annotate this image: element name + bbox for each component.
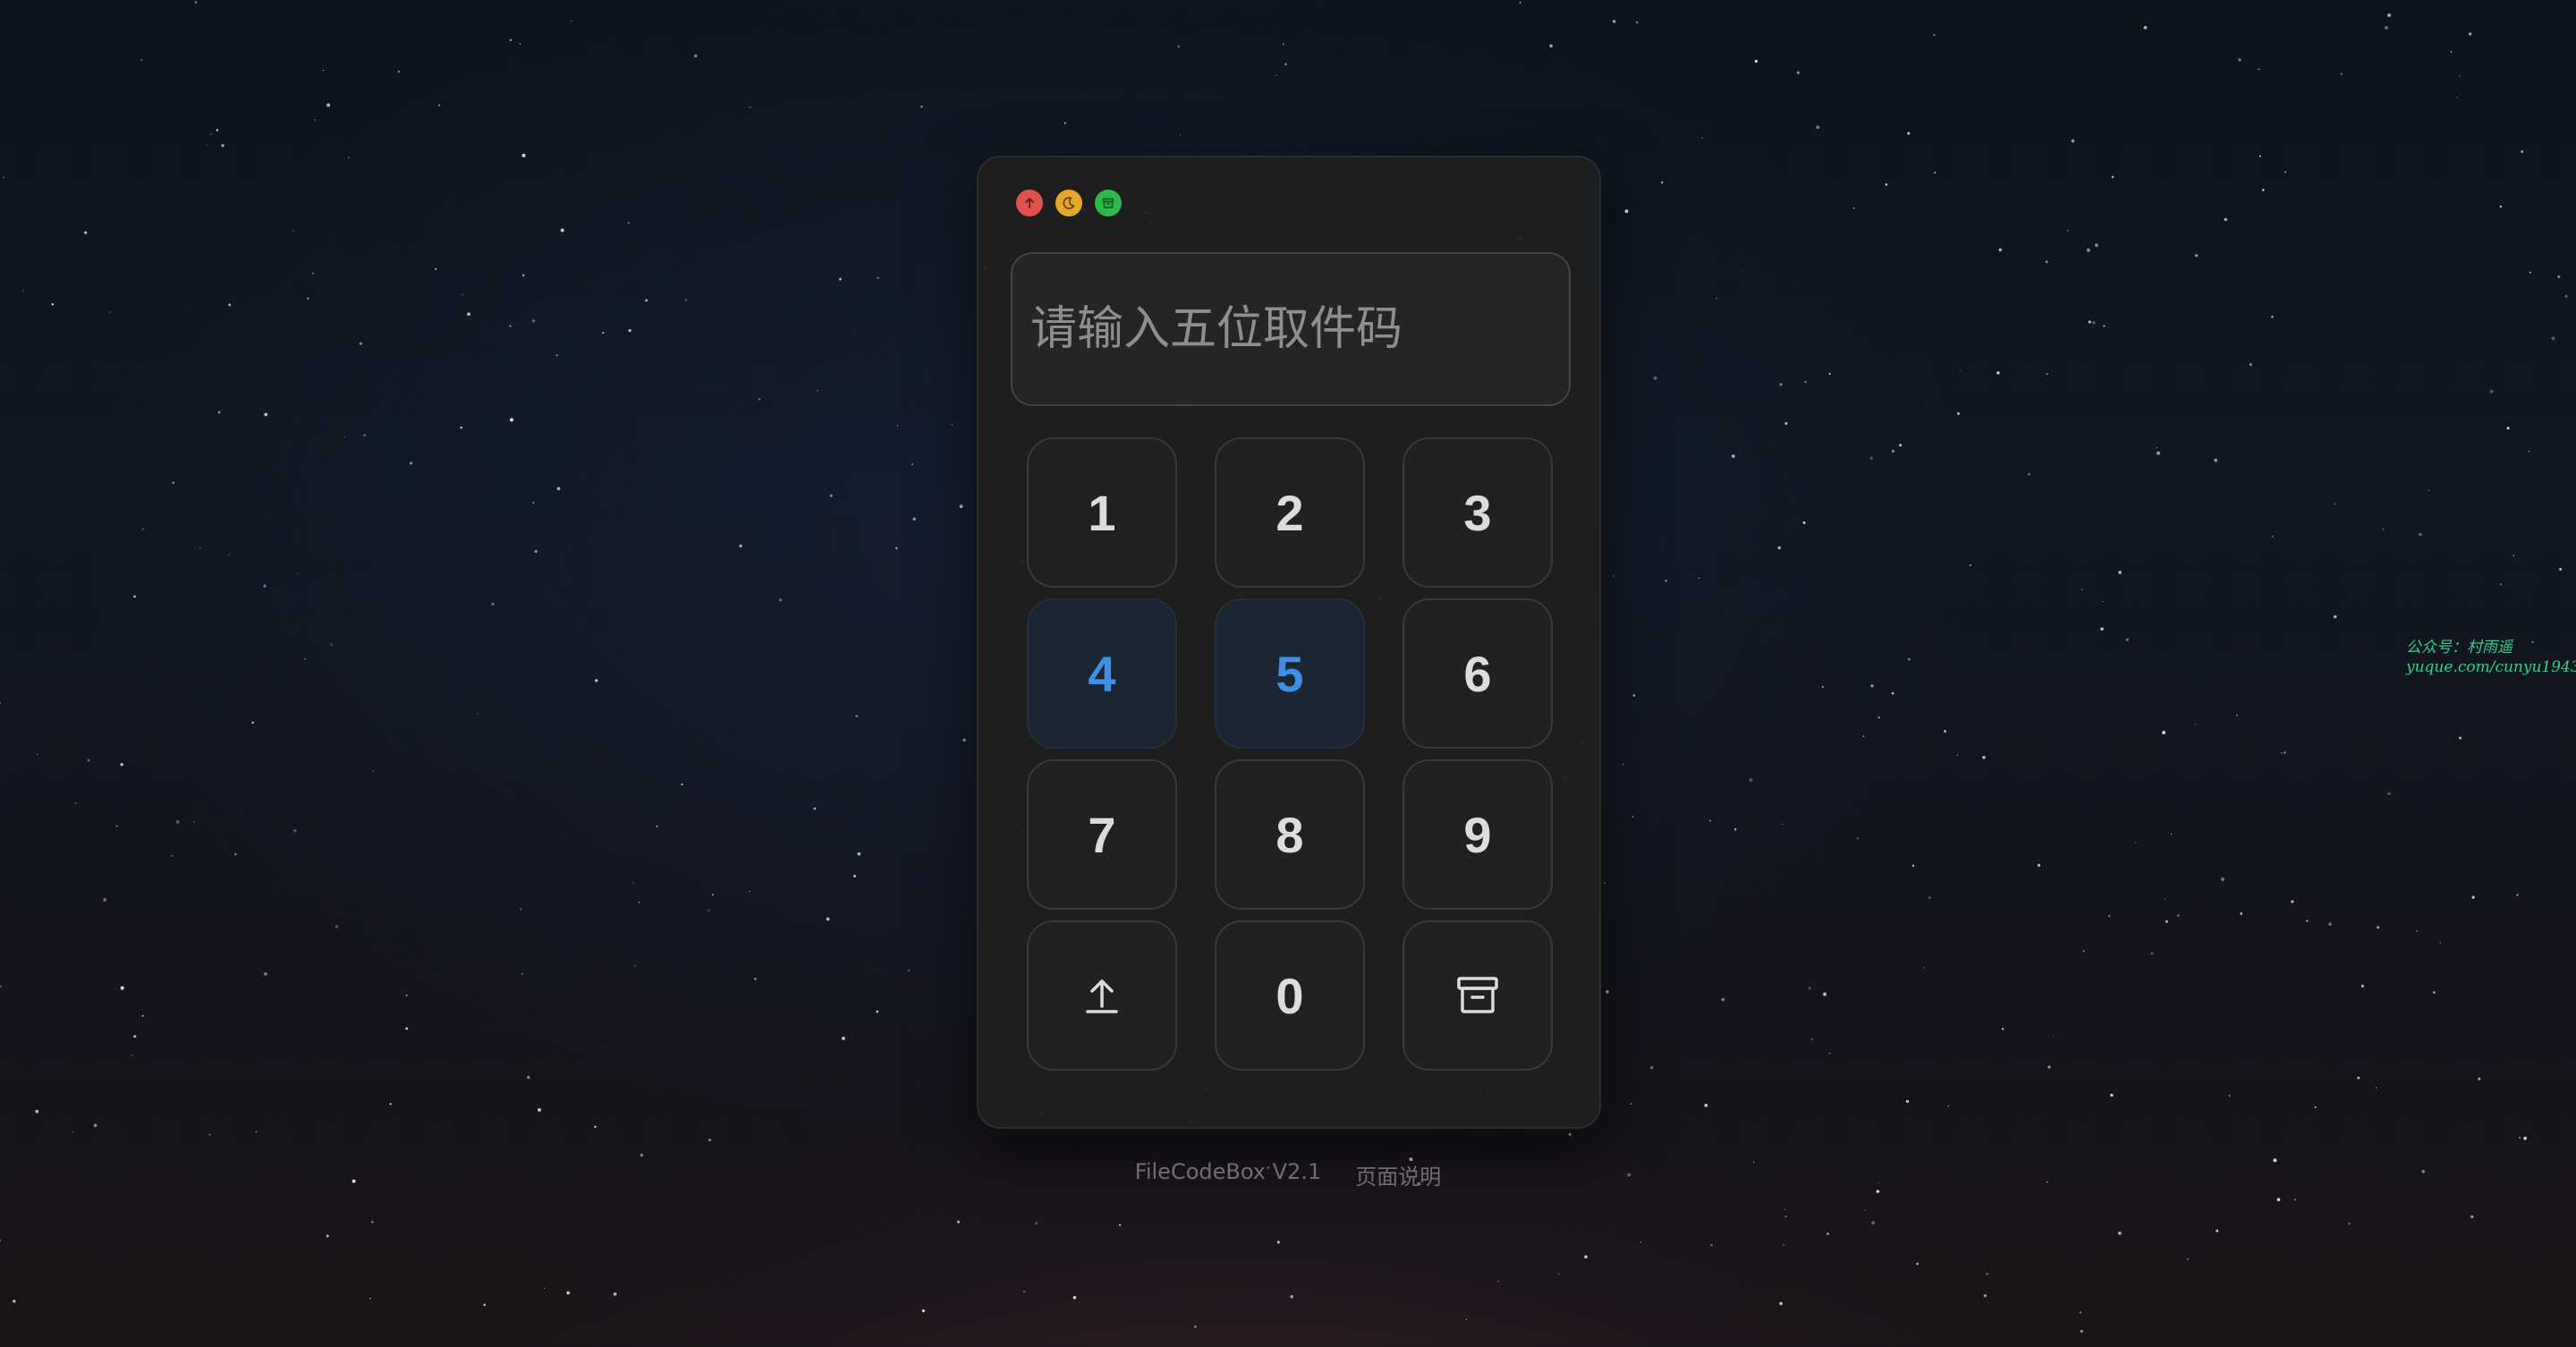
upload-icon <box>1086 979 1118 1013</box>
window-controls <box>1016 190 1122 216</box>
key-six-button[interactable]: 6 <box>1402 598 1553 749</box>
theme-toggle-button[interactable] <box>1055 190 1082 216</box>
file-box-button[interactable] <box>1095 190 1122 216</box>
key-four-button[interactable]: 4 <box>1027 598 1177 749</box>
key-label: 2 <box>1275 484 1304 541</box>
key-file-box-button[interactable] <box>1402 920 1553 1071</box>
archive-box-icon <box>1457 977 1498 1013</box>
key-label: 1 <box>1088 484 1116 541</box>
moon-icon <box>1063 197 1075 209</box>
key-eight-button[interactable]: 8 <box>1215 759 1365 910</box>
key-label: 9 <box>1463 806 1492 863</box>
version-link[interactable]: FileCodeBox V2.1 <box>1135 1159 1321 1190</box>
archive-icon <box>1102 198 1114 208</box>
footer: FileCodeBox V2.1 页面说明 <box>0 1159 2576 1190</box>
key-label: 7 <box>1088 806 1116 863</box>
watermark-line-1: 公众号：村雨遥 <box>2406 639 2512 657</box>
watermark-line-2: yuque.com/cunyu1943 <box>2406 658 2576 676</box>
key-label: 8 <box>1275 806 1304 863</box>
pickup-panel: 1 2 3 4 5 6 7 8 9 0 <box>977 156 1601 1129</box>
key-label: 0 <box>1275 967 1304 1024</box>
key-seven-button[interactable]: 7 <box>1027 759 1177 910</box>
key-three-button[interactable]: 3 <box>1402 437 1553 588</box>
pickup-code-input[interactable] <box>1011 252 1571 406</box>
key-five-button[interactable]: 5 <box>1215 598 1365 749</box>
key-two-button[interactable]: 2 <box>1215 437 1365 588</box>
key-label: 6 <box>1463 645 1492 702</box>
key-label: 5 <box>1275 645 1304 702</box>
key-zero-button[interactable]: 0 <box>1215 920 1365 1071</box>
key-label: 3 <box>1463 484 1492 541</box>
key-upload-button[interactable] <box>1027 920 1177 1071</box>
key-label: 4 <box>1088 645 1116 702</box>
key-nine-button[interactable]: 9 <box>1402 759 1553 910</box>
key-one-button[interactable]: 1 <box>1027 437 1177 588</box>
page-docs-link[interactable]: 页面说明 <box>1355 1159 1441 1190</box>
watermark: 公众号：村雨遥 yuque.com/cunyu1943 <box>2406 638 2576 677</box>
upload-dot-button[interactable] <box>1016 190 1043 216</box>
number-keypad: 1 2 3 4 5 6 7 8 9 0 <box>1027 437 1555 1081</box>
upload-arrow-icon <box>1025 198 1034 208</box>
